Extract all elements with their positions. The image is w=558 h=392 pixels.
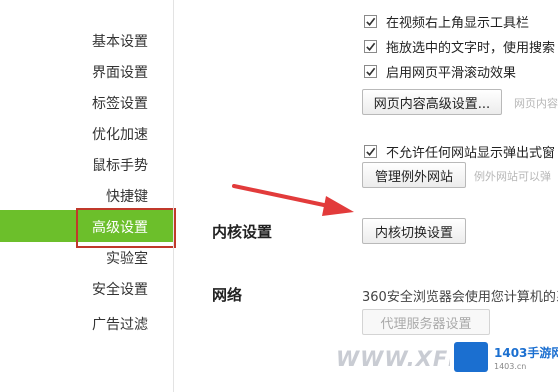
sidebar-item-lab[interactable]: 实验室 (106, 248, 148, 268)
kernel-switch-button[interactable]: 内核切换设置 (362, 218, 466, 244)
checkbox-smooth-scroll[interactable]: 启用网页平滑滚动效果 (364, 62, 516, 81)
advanced-content-hint: 网页内容 (514, 97, 558, 110)
network-description: 360安全浏览器会使用您计算机的系 (362, 290, 558, 305)
checkbox-drag-search[interactable]: 拖放选中的文字时，使用搜索 (364, 37, 555, 56)
checkbox-label: 在视频右上角显示工具栏 (386, 16, 530, 31)
advanced-content-settings-button[interactable]: 网页内容高级设置... (362, 89, 502, 115)
checkbox-box[interactable] (364, 145, 377, 158)
proxy-settings-button[interactable]: 代理服务器设置 (362, 309, 490, 335)
checkbox-block-popups[interactable]: 不允许任何网站显示弹出式窗 (364, 142, 555, 161)
logo-subtext: 1403.cn (494, 362, 527, 371)
sidebar-item-security[interactable]: 安全设置 (92, 279, 148, 299)
sidebar-item-speedup[interactable]: 优化加速 (92, 124, 148, 144)
sidebar-item-mouse-gestures[interactable]: 鼠标手势 (92, 155, 148, 175)
network-section-title: 网络 (212, 286, 243, 304)
sidebar-item-shortcuts[interactable]: 快捷键 (106, 186, 148, 206)
sidebar-item-tabs[interactable]: 标签设置 (92, 93, 148, 113)
annotation-arrow (232, 184, 354, 216)
watermark-text: WWW.XFD (336, 347, 467, 371)
checkbox-box[interactable] (364, 15, 377, 28)
checkbox-label: 拖放选中的文字时，使用搜索 (386, 41, 556, 56)
sidebar-divider (173, 0, 174, 392)
exceptions-hint: 例外网站可以弹 (474, 170, 551, 183)
checkbox-label: 不允许任何网站显示弹出式窗 (386, 146, 556, 161)
highlight-box (76, 208, 176, 248)
site-logo: 1403手游网 1403.cn (450, 338, 558, 392)
logo-icon (454, 342, 488, 372)
settings-sidebar: 基本设置 界面设置 标签设置 优化加速 鼠标手势 快捷键 高级设置 实验室 安全… (0, 0, 176, 392)
checkbox-box[interactable] (364, 40, 377, 53)
checkbox-box[interactable] (364, 65, 377, 78)
kernel-section-title: 内核设置 (212, 223, 273, 241)
sidebar-item-ad-filter[interactable]: 广告过滤 (92, 314, 148, 334)
manage-exceptions-button[interactable]: 管理例外网站 (362, 162, 466, 188)
sidebar-item-interface[interactable]: 界面设置 (92, 62, 148, 82)
sidebar-item-basic[interactable]: 基本设置 (92, 31, 148, 51)
checkbox-label: 启用网页平滑滚动效果 (386, 66, 517, 81)
checkbox-video-toolbar[interactable]: 在视频右上角显示工具栏 (364, 12, 529, 31)
logo-text: 1403手游网 (494, 346, 558, 360)
